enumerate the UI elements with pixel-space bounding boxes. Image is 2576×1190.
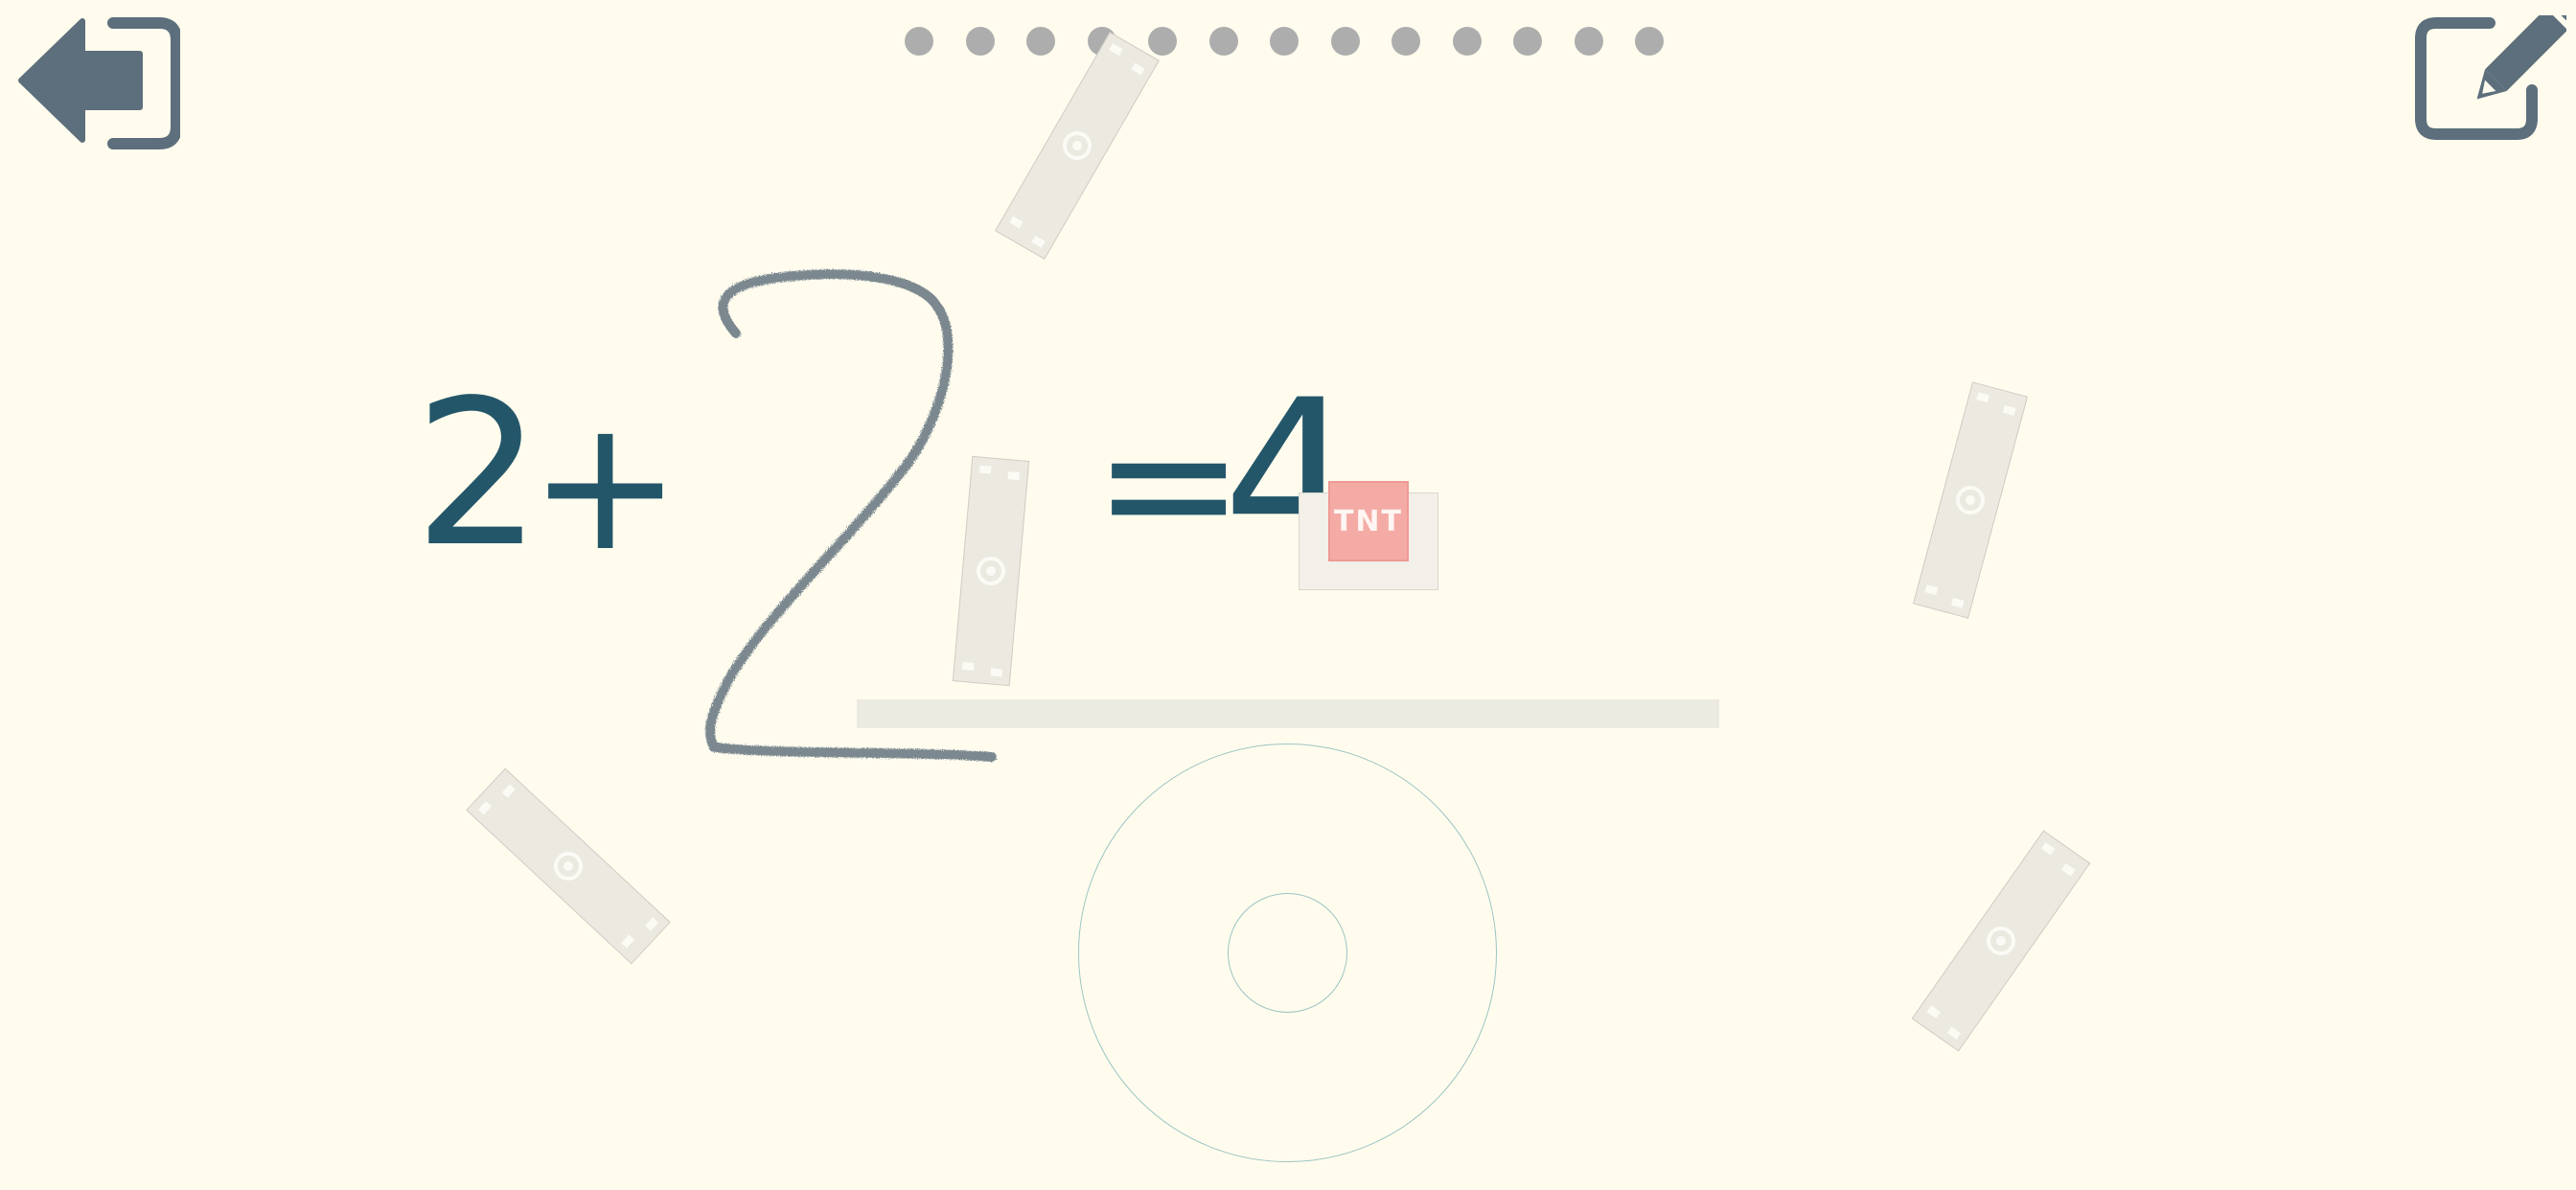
wheel-inner-ring [1228,893,1347,1013]
ground-platform [857,699,1719,728]
tnt-block: TNT [1328,481,1409,561]
